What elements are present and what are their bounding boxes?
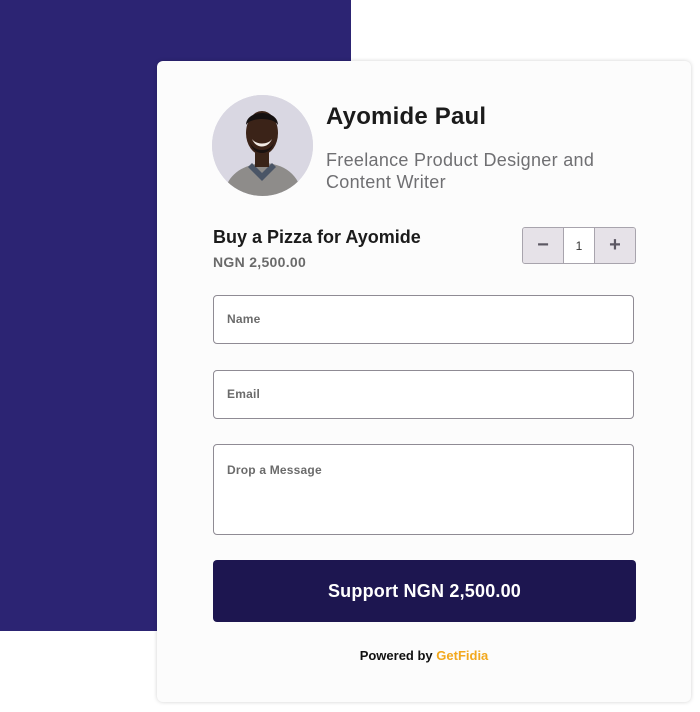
message-field[interactable]: Drop a Message xyxy=(213,444,634,535)
name-placeholder: Name xyxy=(227,312,261,326)
avatar xyxy=(212,95,313,196)
message-placeholder: Drop a Message xyxy=(227,463,322,477)
quantity-value[interactable]: 1 xyxy=(563,228,595,263)
support-button[interactable]: Support NGN 2,500.00 xyxy=(213,560,636,622)
brand-link[interactable]: GetFidia xyxy=(436,648,488,663)
quantity-stepper: − 1 + xyxy=(522,227,636,264)
support-card: Ayomide Paul Freelance Product Designer … xyxy=(157,61,691,702)
powered-by-footer: Powered by GetFidia xyxy=(157,648,691,663)
name-field[interactable]: Name xyxy=(213,295,634,344)
product-title: Buy a Pizza for Ayomide xyxy=(213,227,421,247)
profile-photo-icon xyxy=(212,95,313,196)
profile-bio: Freelance Product Designer and Content W… xyxy=(326,150,595,192)
email-placeholder: Email xyxy=(227,387,261,401)
decrement-button[interactable]: − xyxy=(523,228,563,263)
profile-name: Ayomide Paul xyxy=(326,103,487,130)
increment-button[interactable]: + xyxy=(595,228,635,263)
powered-by-label: Powered by xyxy=(359,648,433,663)
product-price: NGN 2,500.00 xyxy=(213,254,307,270)
email-field[interactable]: Email xyxy=(213,370,634,419)
